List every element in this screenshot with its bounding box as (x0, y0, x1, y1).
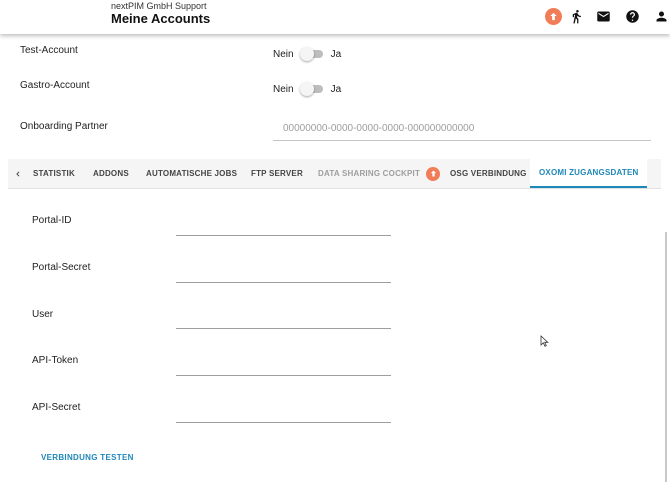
portal-secret-label: Portal-Secret (32, 262, 91, 273)
tab-bar: STATISTIK ADDONS AUTOMATISCHE JOBS FTP S… (8, 159, 661, 189)
test-account-on-label: Ja (330, 48, 342, 60)
test-connection-button[interactable]: VERBINDUNG TESTEN (32, 447, 143, 467)
gastro-account-label: Gastro-Account (20, 80, 90, 91)
onboarding-partner-input[interactable] (273, 117, 651, 141)
tab-addons[interactable]: ADDONS (93, 159, 129, 188)
api-token-label: API-Token (32, 355, 79, 366)
app-header: nextPIM GmbH Support Meine Accounts (0, 0, 670, 34)
user-label: User (32, 309, 54, 320)
gastro-account-toggle[interactable] (299, 82, 324, 96)
company-name: nextPIM GmbH Support (111, 1, 207, 11)
portal-secret-input[interactable] (176, 261, 391, 283)
run-icon[interactable] (568, 8, 584, 24)
api-secret-input[interactable] (176, 401, 391, 423)
person-icon[interactable] (653, 8, 669, 24)
tab-data-sharing-cockpit[interactable]: DATA SHARING COCKPIT (318, 159, 441, 188)
tab-statistik[interactable]: STATISTIK (33, 159, 75, 188)
api-token-input[interactable] (176, 354, 391, 376)
portal-id-label: Portal-ID (32, 215, 72, 226)
mouse-cursor-icon (540, 334, 549, 352)
gastro-account-on-label: Ja (330, 83, 342, 95)
upload-icon[interactable] (545, 8, 562, 25)
tab-automatische-jobs[interactable]: AUTOMATISCHE JOBS (146, 159, 237, 188)
chevron-left-icon[interactable] (8, 159, 28, 188)
test-account-toggle[interactable] (299, 47, 324, 61)
onboarding-partner-label: Onboarding Partner (20, 121, 108, 132)
tab-osg-verbindung[interactable]: OSG VERBINDUNG (450, 159, 527, 188)
upload-badge-icon (426, 166, 441, 181)
test-account-toggle-row: Nein Ja (273, 47, 341, 61)
mail-icon[interactable] (595, 8, 611, 24)
help-icon[interactable] (624, 8, 640, 24)
tab-oxomi-zugangsdaten[interactable]: OXOMI ZUGANGSDATEN (530, 159, 648, 188)
gastro-account-off-label: Nein (273, 83, 294, 95)
user-input[interactable] (176, 307, 391, 329)
scrollbar[interactable] (665, 232, 667, 482)
portal-id-input[interactable] (176, 214, 391, 236)
tab-ftp-server[interactable]: FTP SERVER (251, 159, 303, 188)
test-account-label: Test-Account (20, 45, 78, 56)
page-title: Meine Accounts (111, 11, 211, 26)
tab-data-sharing-cockpit-label: DATA SHARING COCKPIT (318, 169, 421, 178)
test-account-off-label: Nein (273, 48, 294, 60)
api-secret-label: API-Secret (32, 402, 81, 413)
gastro-account-toggle-row: Nein Ja (273, 82, 341, 96)
